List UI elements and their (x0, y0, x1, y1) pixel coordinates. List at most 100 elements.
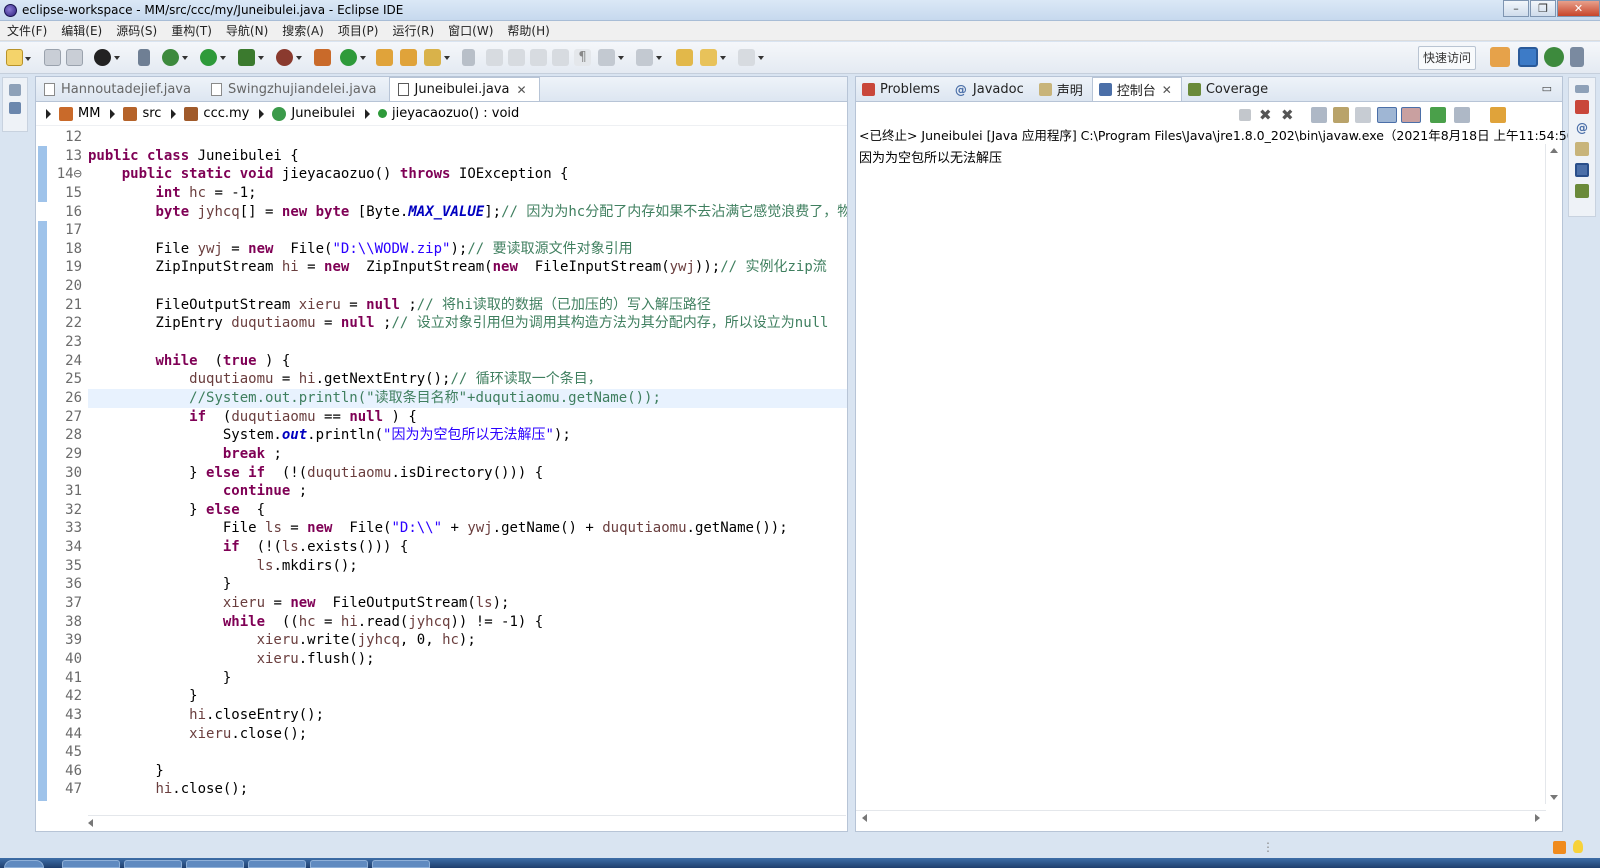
open-type-icon[interactable] (376, 49, 393, 66)
code-line[interactable]: } else if (!(duqutiaomu.isDirectory())) … (88, 464, 847, 483)
code-line[interactable]: xieru = new FileOutputStream(ls); (88, 594, 847, 613)
taskbar-app-icon[interactable] (124, 860, 182, 868)
taskbar-app-icon[interactable] (248, 860, 306, 868)
close-tab-icon[interactable]: ✕ (517, 83, 527, 97)
clear-console-icon[interactable] (1311, 107, 1327, 123)
start-button-icon[interactable] (4, 860, 44, 868)
open-task-icon[interactable] (400, 49, 417, 66)
menu-search[interactable]: 搜索(A) (275, 22, 331, 39)
code-line[interactable]: public static void jieyacaozuo() throws … (88, 165, 847, 184)
tab-juneibulei[interactable]: Juneibulei.java ✕ (388, 77, 540, 101)
menu-refactor[interactable]: 重构(T) (164, 22, 219, 39)
remove-launch-icon[interactable]: ✖ (1259, 107, 1275, 123)
skip-breakpoints-icon[interactable] (138, 49, 150, 66)
console-vertical-scrollbar[interactable] (1545, 144, 1562, 804)
code-line[interactable]: public class Juneibulei { (88, 147, 847, 166)
code-line[interactable]: if (!(ls.exists())) { (88, 538, 847, 557)
menu-window[interactable]: 窗口(W) (441, 22, 500, 39)
forward-icon[interactable] (738, 49, 764, 66)
code-line[interactable]: ZipInputStream hi = new ZipInputStream(n… (88, 258, 847, 277)
breadcrumb-src[interactable]: src (142, 106, 161, 121)
pin-icon[interactable] (462, 49, 475, 66)
scroll-right-icon[interactable] (1535, 814, 1540, 822)
scroll-left-icon[interactable] (88, 819, 93, 827)
taskbar-app-icon[interactable] (372, 860, 430, 868)
minimize-view-icon[interactable]: ▭ (1542, 82, 1552, 95)
tab-console[interactable]: 控制台 ✕ (1091, 77, 1182, 101)
new-icon[interactable] (6, 49, 31, 66)
word-wrap-icon[interactable] (1355, 107, 1371, 123)
debug-icon[interactable] (162, 49, 188, 66)
code-line[interactable]: } (88, 669, 847, 688)
close-button[interactable]: ✕ (1557, 0, 1600, 17)
console-horizontal-scrollbar[interactable] (856, 810, 1546, 826)
show-console-on-stderr-icon[interactable] (1401, 107, 1421, 123)
code-line[interactable]: while ((hc = hi.read(jyhcq)) != -1) { (88, 613, 847, 632)
chevron-right-icon[interactable] (110, 108, 116, 119)
open-console-icon[interactable] (1490, 107, 1506, 123)
chevron-right-icon[interactable] (259, 108, 265, 119)
show-console-on-stdout-icon[interactable] (1377, 107, 1397, 123)
code-line[interactable]: hi.close(); (88, 780, 847, 799)
editor-horizontal-scrollbar[interactable] (88, 815, 846, 831)
save-all-icon[interactable] (66, 49, 83, 66)
code-line[interactable]: xieru.flush(); (88, 650, 847, 669)
scroll-up-icon[interactable] (1550, 148, 1558, 153)
rss-icon[interactable] (1553, 841, 1566, 854)
tab-problems[interactable]: Problems (856, 77, 949, 101)
tab-declaration[interactable]: 声明 (1033, 77, 1092, 101)
code-line[interactable] (88, 277, 847, 296)
run-icon[interactable] (200, 49, 226, 66)
tab-swingzhujiandelei[interactable]: Swingzhujiandelei.java (203, 77, 389, 101)
open-perspective-icon[interactable] (1490, 47, 1510, 67)
code-text[interactable]: public class Juneibulei { public static … (88, 128, 847, 799)
breadcrumb-package[interactable]: ccc.my (203, 106, 249, 121)
minimize-button[interactable]: – (1503, 0, 1529, 17)
tab-javadoc[interactable]: @ Javadoc (949, 77, 1033, 101)
scroll-down-icon[interactable] (1550, 795, 1558, 800)
problems-icon[interactable] (1575, 100, 1589, 114)
maximize-button[interactable]: ❐ (1530, 0, 1556, 17)
code-line[interactable]: xieru.close(); (88, 725, 847, 744)
declaration-icon[interactable] (1575, 142, 1589, 156)
git-perspective-icon[interactable] (1570, 47, 1584, 67)
external-tools-icon[interactable] (276, 49, 302, 66)
quick-access-input[interactable]: 快速访问 (1418, 46, 1476, 70)
java-perspective-icon[interactable] (1518, 47, 1538, 67)
back-icon[interactable] (700, 49, 726, 66)
code-line[interactable]: } (88, 575, 847, 594)
code-line[interactable]: break ; (88, 445, 847, 464)
code-line[interactable]: while (true ) { (88, 352, 847, 371)
previous-annotation-icon[interactable] (636, 49, 662, 66)
debug-perspective-icon[interactable] (1544, 47, 1564, 67)
code-line[interactable]: ls.mkdirs(); (88, 557, 847, 576)
tip-bulb-icon[interactable] (1573, 840, 1583, 853)
next-annotation-icon[interactable] (598, 49, 624, 66)
menu-source[interactable]: 源码(S) (109, 22, 164, 39)
block-selection-icon[interactable] (530, 49, 547, 66)
code-line[interactable]: } (88, 762, 847, 781)
code-line[interactable]: xieru.write(jyhcq, 0, hc); (88, 631, 847, 650)
coverage-icon[interactable] (1575, 184, 1589, 198)
chevron-right-icon[interactable] (46, 108, 51, 119)
package-explorer-icon[interactable] (9, 102, 21, 114)
pin-console-icon[interactable] (1430, 107, 1446, 123)
code-line[interactable]: System.out.println("因为为空包所以无法解压"); (88, 426, 847, 445)
javadoc-icon[interactable]: @ (1575, 121, 1589, 135)
last-edit-location-icon[interactable] (676, 49, 693, 66)
menu-edit[interactable]: 编辑(E) (54, 22, 109, 39)
new-class-icon[interactable] (340, 49, 366, 66)
code-line[interactable]: duqutiaomu = hi.getNextEntry();// 循环读取一个… (88, 370, 847, 389)
restore-icon[interactable] (9, 84, 21, 96)
menu-file[interactable]: 文件(F) (0, 22, 54, 39)
taskbar-app-icon[interactable] (62, 860, 120, 868)
search-icon[interactable] (424, 49, 450, 66)
scroll-left-icon[interactable] (862, 814, 867, 822)
menu-navigate[interactable]: 导航(N) (219, 22, 275, 39)
code-line[interactable]: byte jyhcq[] = new byte [Byte.MAX_VALUE]… (88, 203, 847, 222)
breadcrumb-project[interactable]: MM (78, 106, 100, 121)
new-java-project-icon[interactable] (314, 49, 331, 66)
code-line[interactable]: continue ; (88, 482, 847, 501)
restore-icon[interactable] (1575, 85, 1589, 93)
code-line[interactable] (88, 128, 847, 147)
